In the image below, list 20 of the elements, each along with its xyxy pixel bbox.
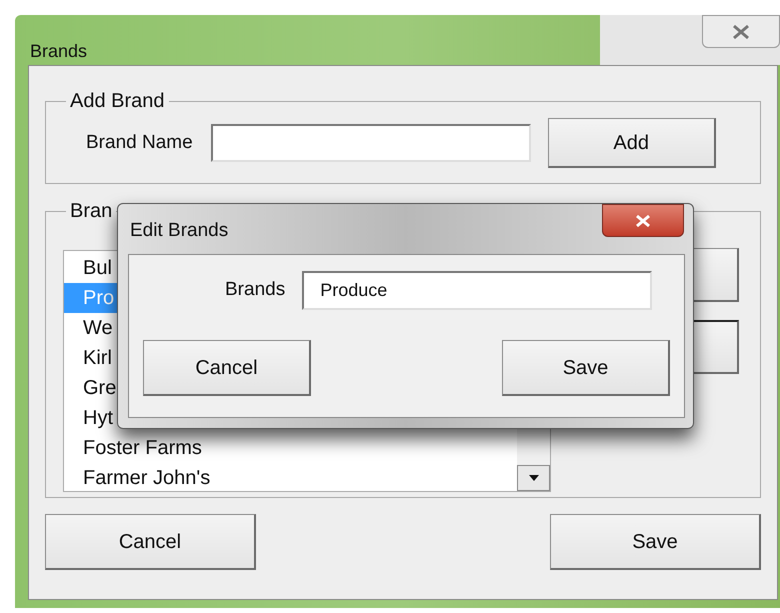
close-button[interactable] xyxy=(602,204,684,237)
close-icon xyxy=(634,214,652,228)
down-arrow-icon xyxy=(528,475,538,481)
cancel-button[interactable]: Cancel xyxy=(45,514,256,570)
brand-name-field[interactable] xyxy=(210,124,531,162)
save-button[interactable]: Save xyxy=(502,340,670,396)
add-button[interactable]: Add xyxy=(548,118,716,168)
field-label: Brand Name xyxy=(86,130,193,155)
group-title: Bran xyxy=(69,199,114,224)
list-item[interactable]: Foster Farms xyxy=(64,433,517,463)
dialog-title: Edit Brands xyxy=(130,219,228,243)
scroll-down-button[interactable] xyxy=(517,465,550,491)
cancel-button[interactable]: Cancel xyxy=(143,340,311,396)
save-button[interactable]: Save xyxy=(550,514,761,570)
window-title: Brands xyxy=(30,40,88,63)
field-label: Brands xyxy=(225,278,286,302)
group-title: Add Brand xyxy=(69,89,166,114)
list-item[interactable]: Farmer John's xyxy=(64,463,517,493)
close-icon xyxy=(731,24,751,40)
brands-field[interactable]: Produce xyxy=(302,271,652,310)
